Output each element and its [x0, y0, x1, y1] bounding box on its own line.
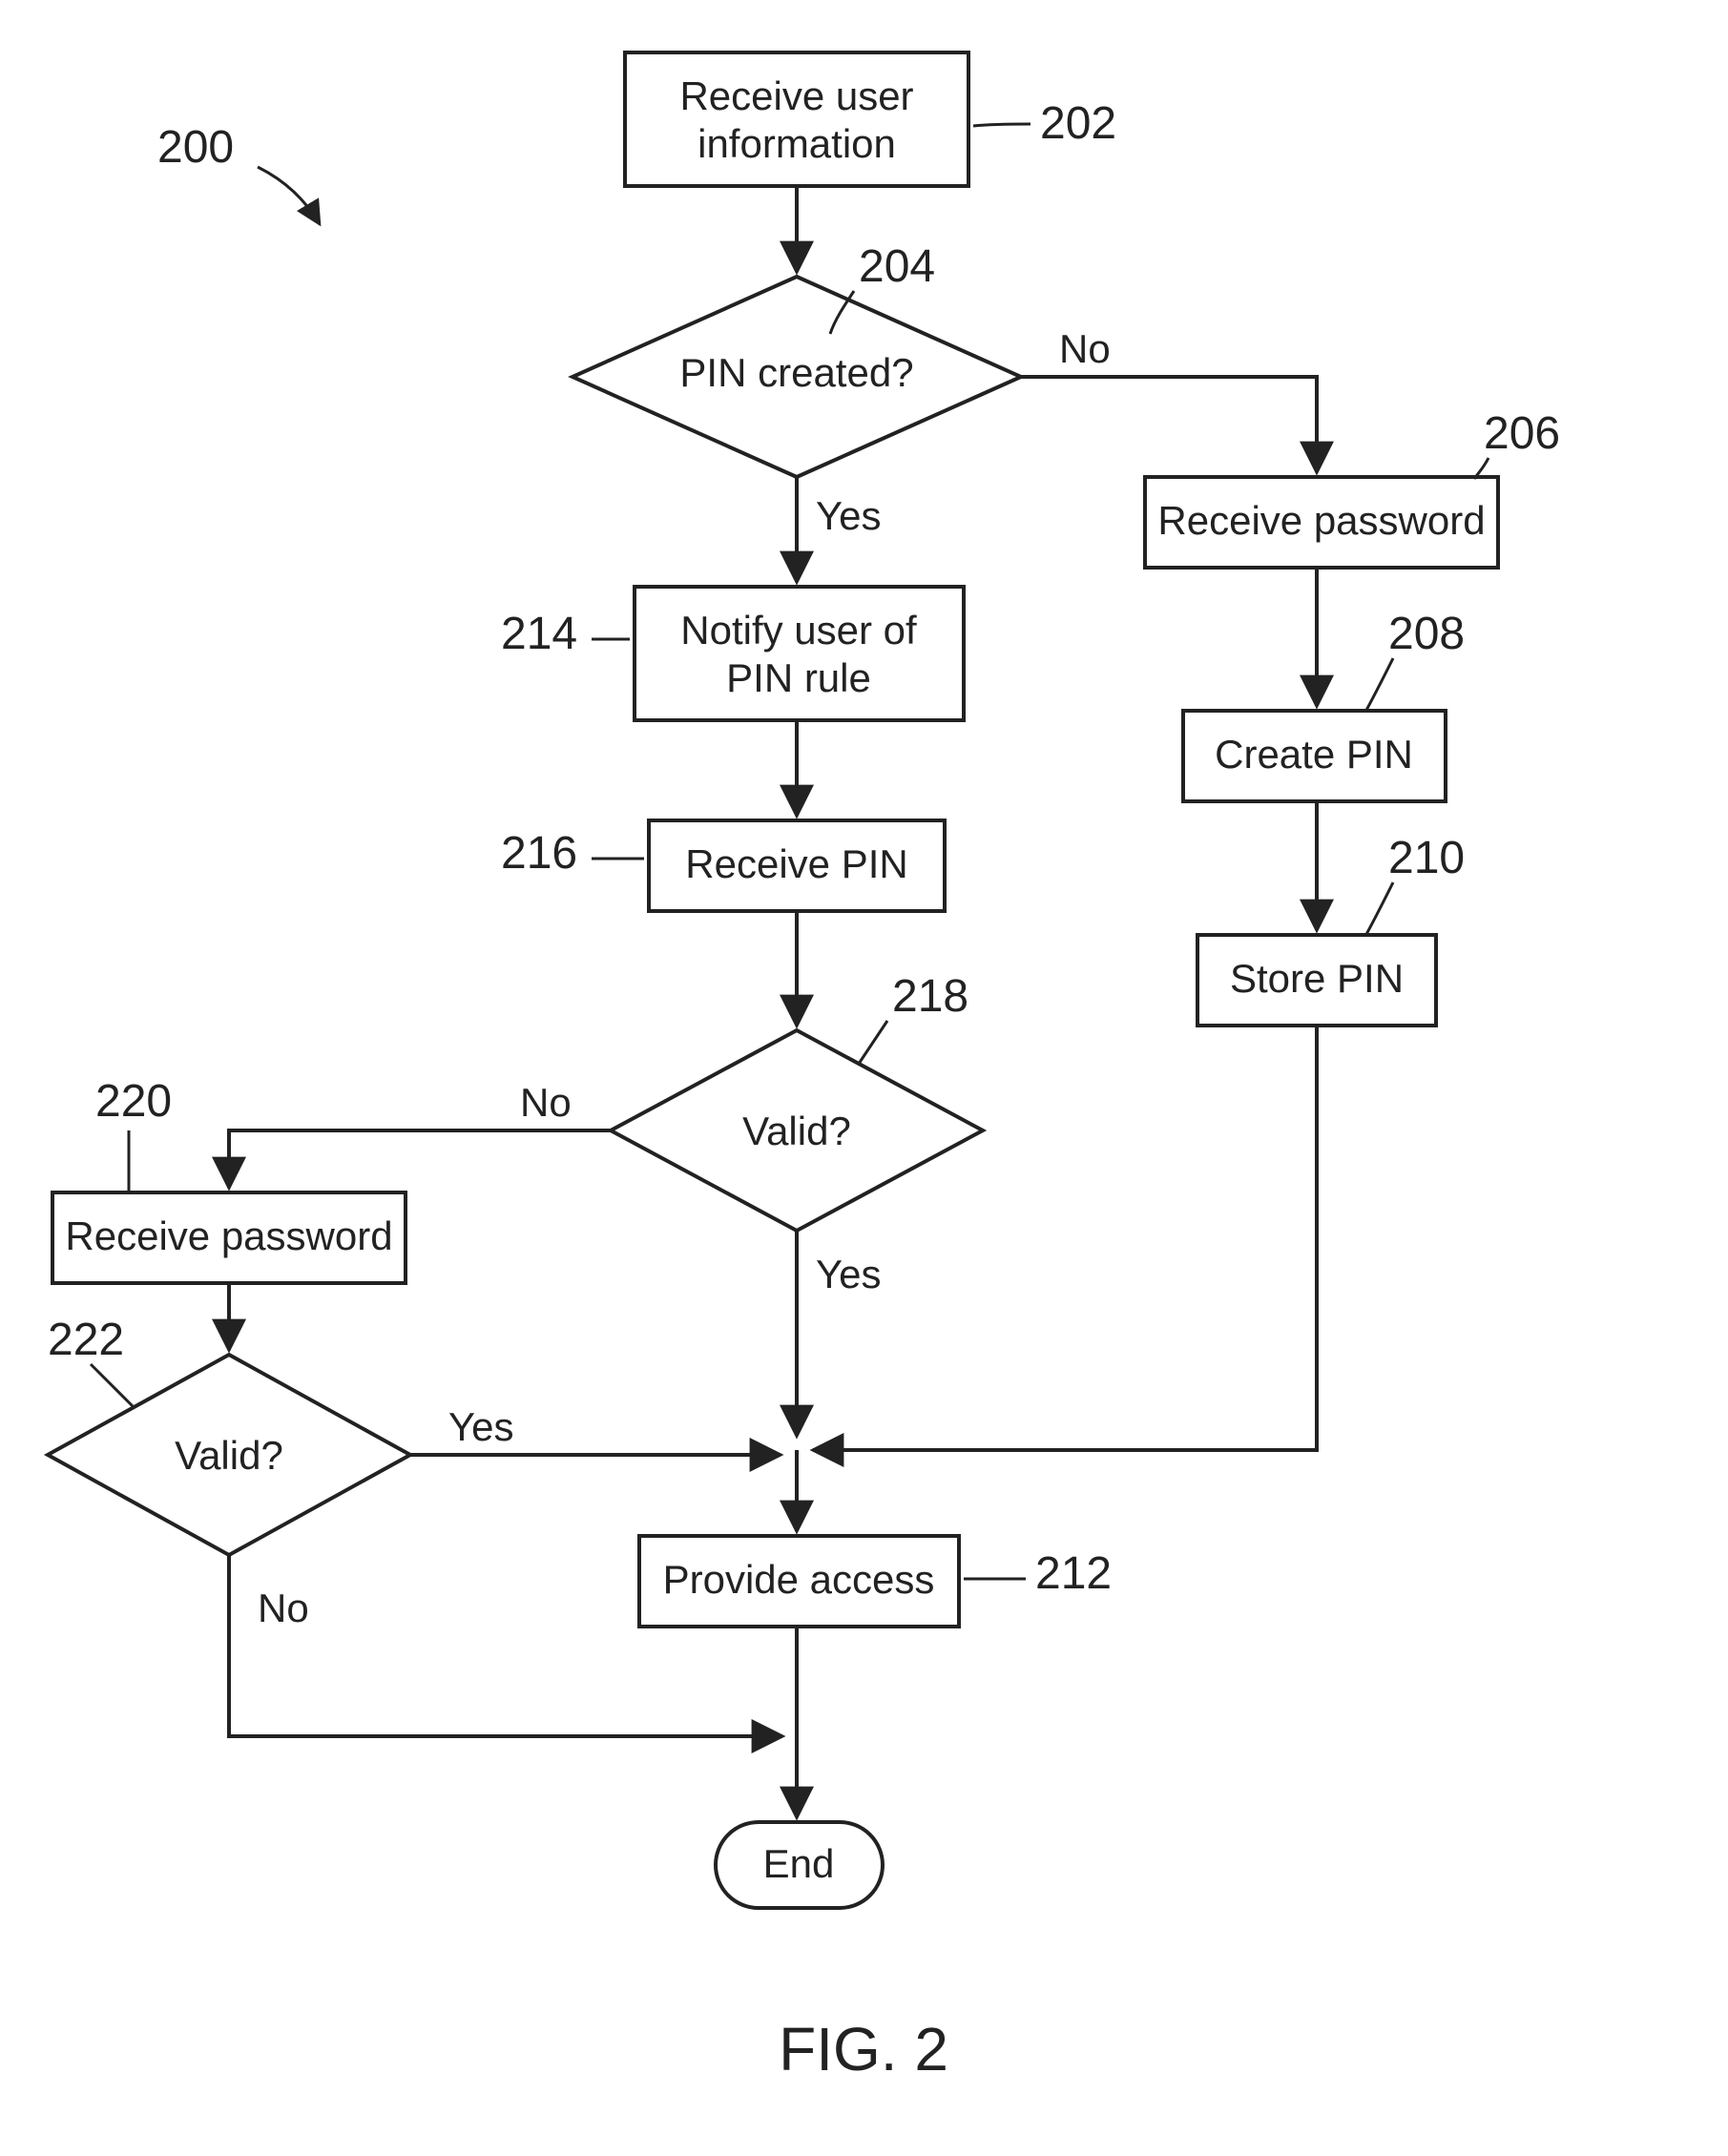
diagram-ref-pointer [258, 167, 320, 224]
node-210-text: Store PIN [1230, 956, 1404, 1001]
figure-label: FIG. 2 [779, 2015, 948, 2083]
node-216-ref: 216 [501, 828, 577, 879]
node-206-text: Receive password [1157, 498, 1485, 543]
edge-222-no-label: No [258, 1586, 309, 1630]
node-218-ref: 218 [892, 971, 968, 1022]
node-210-leader [1364, 882, 1393, 938]
node-218-leader [859, 1021, 887, 1064]
edge-218-yes-label: Yes [816, 1252, 882, 1296]
node-214-line1: Notify user of [680, 608, 917, 653]
edge-204-206 [1021, 377, 1317, 472]
node-216-text: Receive PIN [685, 841, 907, 886]
node-222-leader [91, 1364, 134, 1407]
diagram-ref: 200 [157, 122, 234, 173]
node-202-leader [973, 124, 1031, 126]
node-222-ref: 222 [48, 1315, 124, 1365]
node-220-ref: 220 [95, 1076, 172, 1127]
node-218-text: Valid? [742, 1109, 851, 1153]
node-204-text: PIN created? [679, 350, 913, 395]
flowchart: 200 Receive user information 202 PIN cre… [0, 0, 1728, 2156]
node-end-text: End [763, 1841, 835, 1886]
node-202-ref: 202 [1040, 98, 1116, 149]
node-204-ref: 204 [859, 241, 935, 292]
node-202-line1: Receive user [679, 73, 913, 118]
node-214-line2: PIN rule [726, 655, 871, 700]
node-212-text: Provide access [663, 1557, 935, 1602]
node-214-ref: 214 [501, 609, 577, 659]
node-208-text: Create PIN [1215, 732, 1413, 777]
edge-204-yes-label: Yes [816, 493, 882, 538]
node-208-ref: 208 [1388, 609, 1465, 659]
edge-218-no-label: No [520, 1080, 572, 1125]
node-222-text: Valid? [175, 1433, 283, 1478]
node-202-line2: information [697, 121, 896, 166]
node-220-text: Receive password [65, 1213, 392, 1258]
node-210-ref: 210 [1388, 833, 1465, 883]
edge-204-no-label: No [1059, 326, 1111, 371]
edge-222-yes-label: Yes [448, 1404, 514, 1449]
edge-218-220 [229, 1130, 611, 1188]
node-214-box [635, 587, 964, 720]
node-208-leader [1364, 658, 1393, 714]
node-212-ref: 212 [1035, 1548, 1112, 1599]
node-202-box [625, 52, 968, 186]
node-206-ref: 206 [1484, 408, 1560, 459]
